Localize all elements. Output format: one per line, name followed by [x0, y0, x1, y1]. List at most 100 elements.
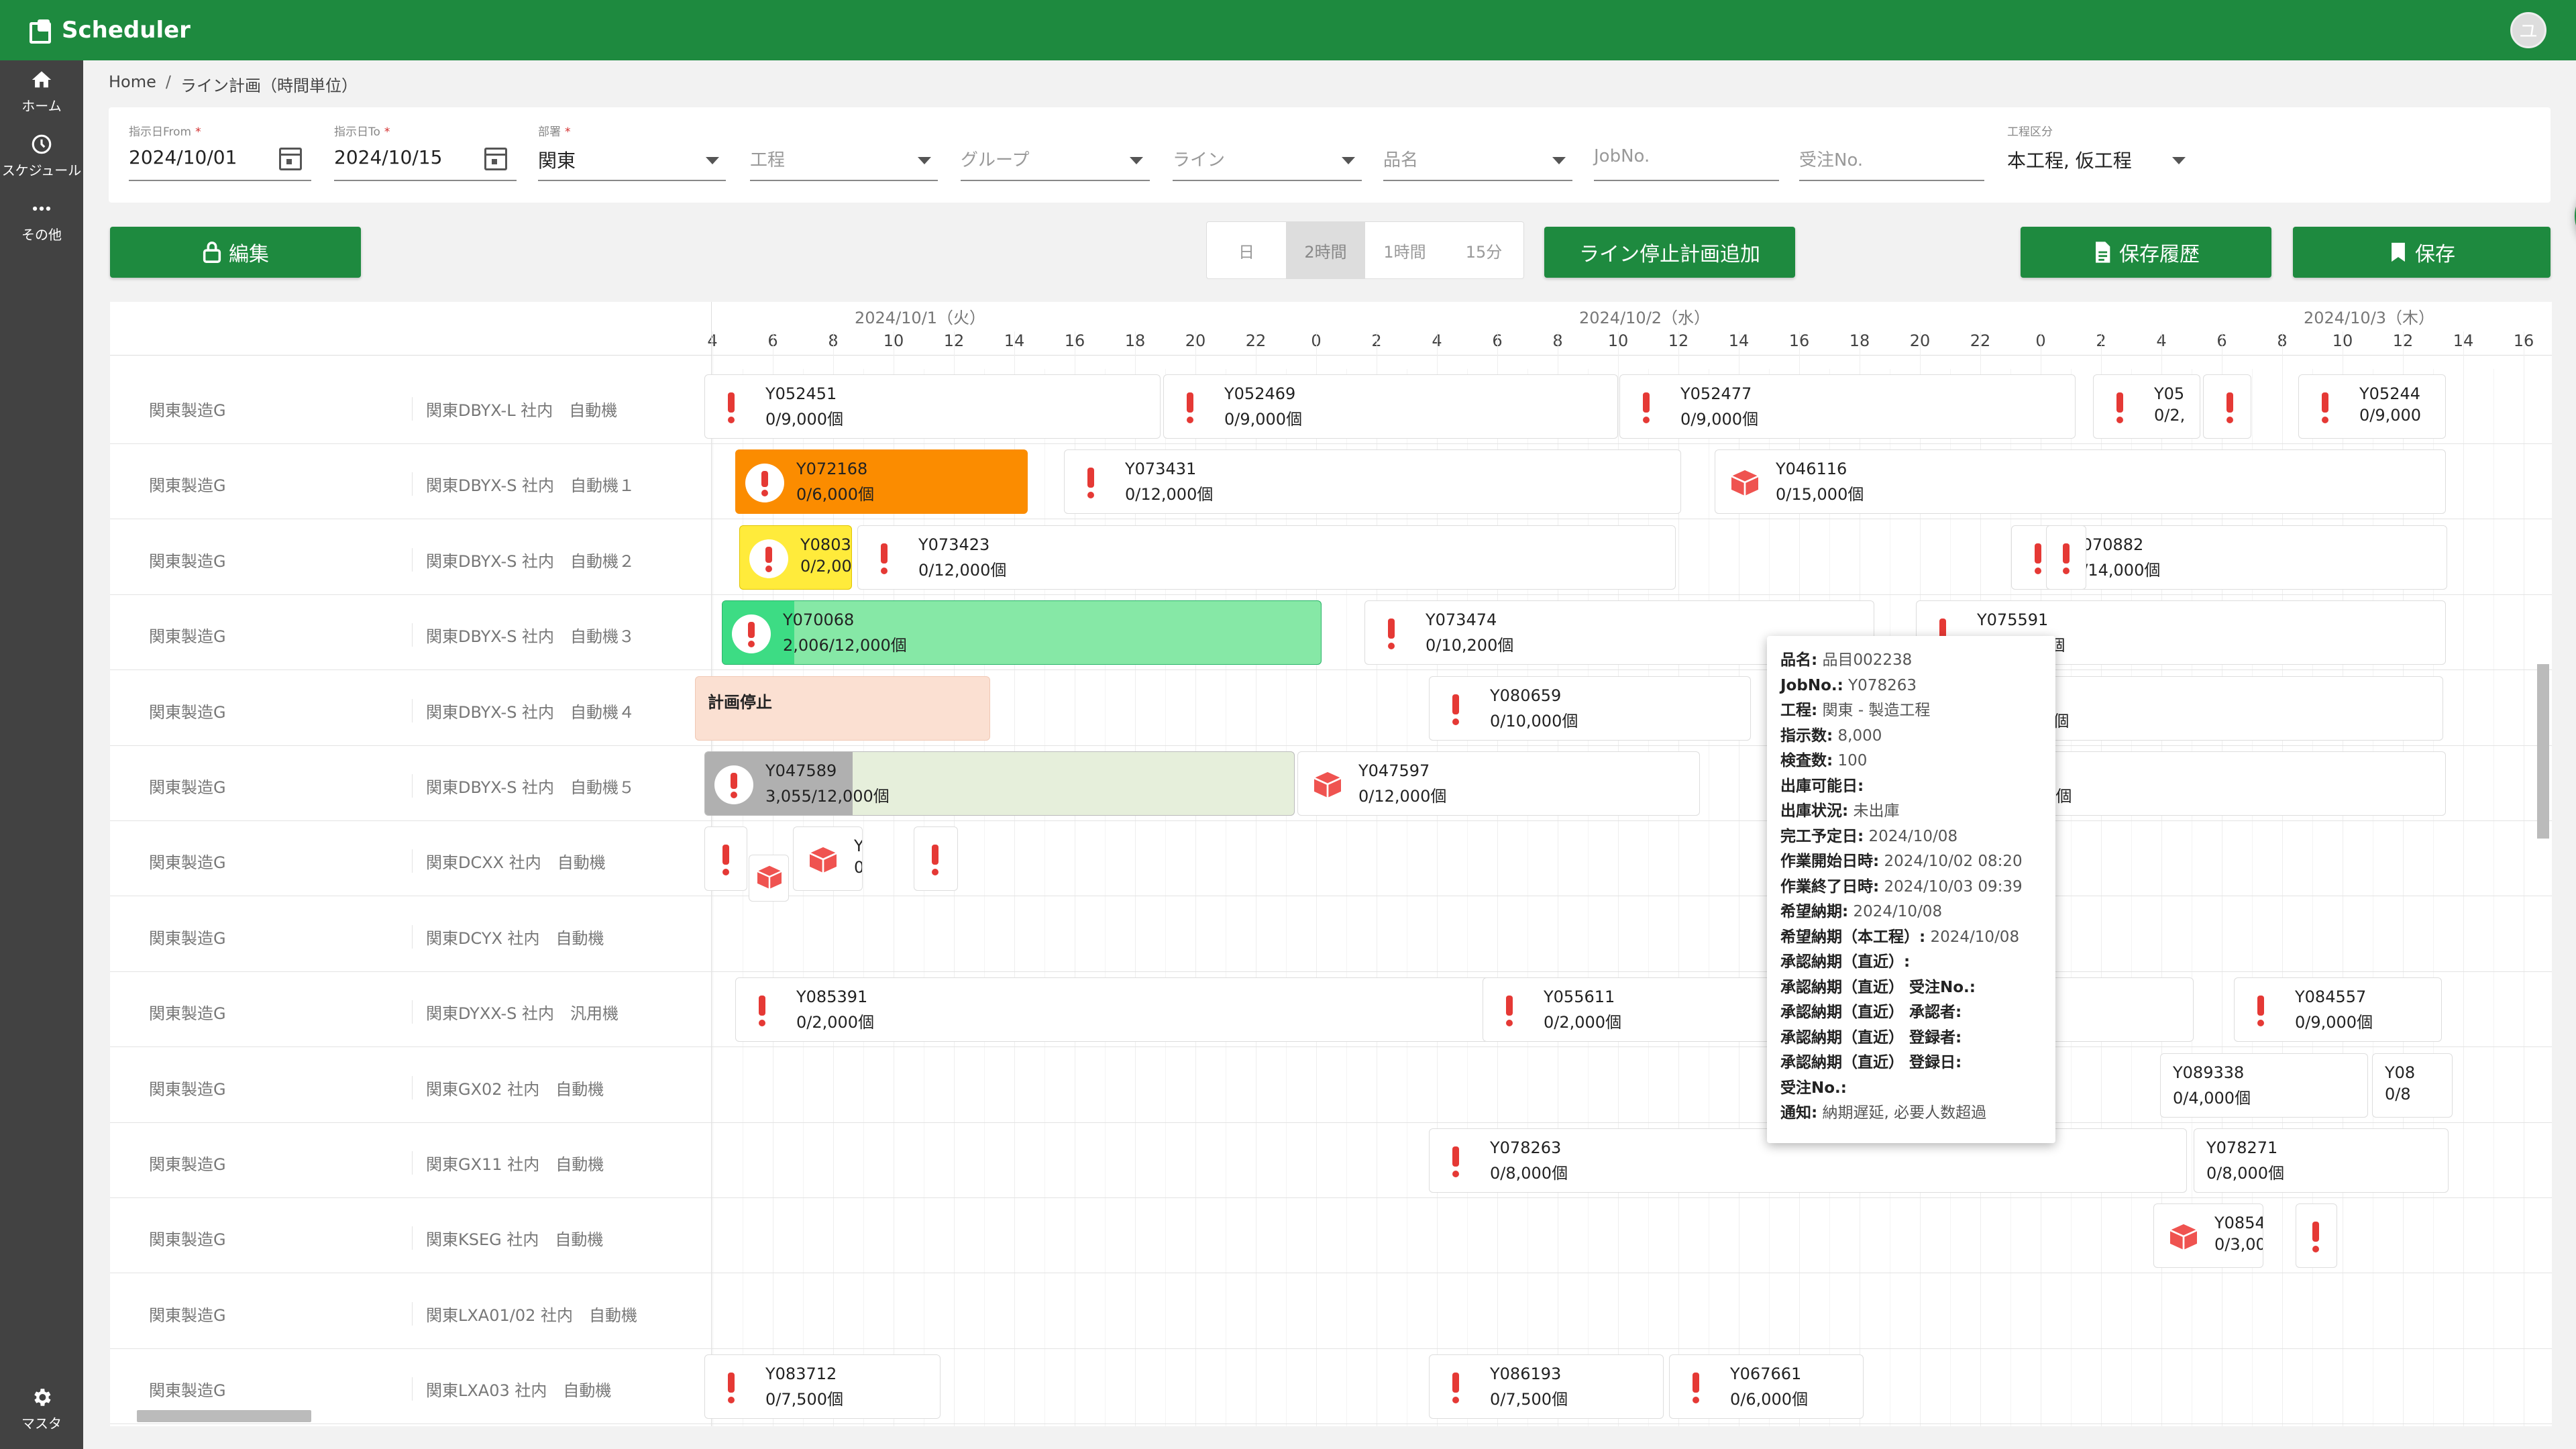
sidebar-item-master[interactable]: マスタ: [0, 1386, 83, 1432]
tooltip-line: 承認納期（直近） 承認者:: [1780, 1000, 2042, 1026]
edit-button[interactable]: 編集: [110, 227, 361, 278]
job-id: Y052477: [1680, 384, 1752, 403]
job-bar[interactable]: Y078271 0/8,000個: [2194, 1128, 2449, 1193]
job-bar[interactable]: Y052469 0/9,000個: [1163, 374, 1618, 439]
job-quantity: 0/2,: [2154, 406, 2186, 425]
group-placeholder: グループ: [961, 150, 1030, 170]
job-chip-alert[interactable]: [914, 826, 958, 892]
process-type-select[interactable]: 工程区分 本工程, 仮工程: [2007, 107, 2192, 203]
job-chip-alert[interactable]: [2046, 525, 2086, 590]
row-department: 関東製造G: [149, 1381, 226, 1401]
job-id: Y072168: [796, 460, 868, 479]
job-bar[interactable]: Y05244 0/9,000: [2298, 374, 2446, 439]
tooltip-value: 2024/10/08: [1848, 903, 1943, 920]
sidebar-item-schedule[interactable]: スケジュール: [0, 133, 83, 179]
line-select[interactable]: ライン: [1173, 107, 1362, 203]
job-bar[interactable]: Y046116 0/15,000個: [1715, 449, 2446, 515]
job-bar[interactable]: Y052477 0/9,000個: [1619, 374, 2076, 439]
alert-icon: [759, 996, 765, 1027]
tooltip-line: 指示数: 8,000: [1780, 724, 2042, 749]
tooltip-key: 作業開始日時:: [1780, 853, 1880, 870]
job-bar[interactable]: Y080659 0/10,000個: [1429, 676, 1751, 741]
calendar-icon[interactable]: [484, 148, 507, 170]
group-select[interactable]: グループ: [961, 107, 1150, 203]
save-history-button[interactable]: 保存履歴: [2021, 227, 2271, 278]
tooltip-value: 関東 - 製造工程: [1817, 702, 1931, 719]
job-quantity: 0/9,000個: [765, 410, 844, 429]
sidebar-item-other[interactable]: その他: [0, 197, 83, 244]
tooltip-line: 作業終了日時: 2024/10/03 09:39: [1780, 875, 2042, 900]
add-line-stop-button[interactable]: ライン停止計画追加: [1544, 227, 1795, 278]
tooltip-value: 2024/10/08: [1864, 827, 1958, 845]
tooltip-line: 希望納期: 2024/10/08: [1780, 900, 2042, 925]
tooltip-line: 工程: 関東 - 製造工程: [1780, 698, 2042, 724]
job-bar[interactable]: Y08 0/8: [2372, 1053, 2453, 1118]
job-quantity: 0/8,000個: [1490, 1164, 1568, 1183]
job-bar[interactable]: [2203, 374, 2251, 439]
job-no-field[interactable]: JobNo.: [1594, 107, 1779, 203]
date-to-field[interactable]: 指示日To * 2024/10/15: [334, 107, 517, 203]
job-bar[interactable]: Y089338 0/4,000個: [2160, 1053, 2368, 1118]
job-bar[interactable]: Y0854 0/3,00: [2153, 1203, 2263, 1269]
job-quantity: 0/15,000個: [1776, 485, 1864, 504]
job-bar[interactable]: Y084557 0/9,000個: [2234, 977, 2442, 1042]
zoom-2h-button[interactable]: 2時間: [1286, 222, 1365, 278]
job-quantity: 0/2,000個: [1544, 1013, 1622, 1032]
save-history-label: 保存履歴: [2119, 243, 2200, 266]
tooltip-key: 工程:: [1780, 702, 1818, 719]
job-bar[interactable]: Y0803 0/2,00: [739, 525, 852, 590]
job-bar[interactable]: Y047589 3,055/12,000個: [704, 751, 1295, 816]
vertical-scrollbar-thumb[interactable]: [2537, 664, 2549, 839]
job-id: Y05244: [2359, 384, 2421, 403]
job-id: Y0803: [800, 535, 851, 554]
user-avatar[interactable]: ユ: [2510, 12, 2546, 48]
tooltip-value: 8,000: [1833, 727, 1882, 745]
box-icon: [757, 866, 782, 890]
date-to-input[interactable]: 2024/10/15: [334, 146, 442, 168]
job-id: Y078263: [1490, 1138, 1562, 1157]
job-bar[interactable]: Y0: [793, 826, 863, 892]
tooltip-key: 通知:: [1780, 1104, 1818, 1122]
row-line-name: 関東DYXX-S 社内 汎用機: [412, 1000, 619, 1024]
tooltip-value: 2024/10/02 08:20: [1879, 853, 2023, 870]
alert-icon: [2312, 1222, 2319, 1253]
job-bar[interactable]: Y05 0/2,: [2093, 374, 2200, 439]
product-placeholder: 品名: [1383, 150, 1419, 170]
sidebar-item-home[interactable]: ホーム: [0, 68, 83, 115]
calendar-icon[interactable]: [279, 148, 302, 170]
job-bar[interactable]: Y073423 0/12,000個: [857, 525, 1676, 590]
row-line-name: 関東DBYX-S 社内 自動機４: [412, 698, 635, 722]
zoom-15m-button[interactable]: 15分: [1444, 222, 1523, 278]
save-button[interactable]: 保存: [2293, 227, 2551, 278]
breadcrumb-home[interactable]: Home: [109, 72, 156, 96]
dept-select[interactable]: 部署 * 関東: [538, 107, 726, 203]
tooltip-value: 100: [1833, 752, 1868, 769]
process-select[interactable]: 工程: [750, 107, 938, 203]
job-chip-alert[interactable]: [704, 826, 747, 892]
date-from-field[interactable]: 指示日From * 2024/10/01: [129, 107, 311, 203]
job-bar[interactable]: Y070068 2,006/12,000個: [722, 600, 1322, 665]
order-no-field[interactable]: 受注No.: [1799, 107, 1984, 203]
job-bar[interactable]: Y072168 0/6,000個: [735, 449, 1028, 515]
chevron-down-icon: [1552, 157, 1566, 164]
zoom-1h-button[interactable]: 1時間: [1365, 222, 1444, 278]
job-bar[interactable]: Y052451 0/9,000個: [704, 374, 1161, 439]
date-from-input[interactable]: 2024/10/01: [129, 146, 237, 168]
job-bar[interactable]: Y085391 0/2,000個: [735, 977, 1516, 1042]
product-select[interactable]: 品名: [1383, 107, 1572, 203]
horizontal-scrollbar[interactable]: [110, 1407, 2534, 1424]
scroll-thumb[interactable]: [137, 1410, 311, 1422]
job-bar[interactable]: Y047597 0/12,000個: [1297, 751, 1700, 816]
zoom-day-button[interactable]: 日: [1207, 222, 1286, 278]
line-stop-block[interactable]: 計画停止: [695, 676, 990, 741]
row-department: 関東製造G: [149, 551, 226, 571]
breadcrumb-separator: /: [165, 72, 171, 91]
box-icon: [809, 847, 837, 873]
row-line-name: 関東GX11 社内 自動機: [412, 1151, 604, 1175]
job-id: Y05: [2154, 384, 2185, 403]
alert-icon: [1643, 392, 1650, 423]
job-id: Y085391: [796, 987, 868, 1007]
job-bar[interactable]: Y073431 0/12,000個: [1064, 449, 1681, 515]
job-chip-alert[interactable]: [2296, 1203, 2337, 1269]
job-chip-box[interactable]: [749, 855, 789, 902]
